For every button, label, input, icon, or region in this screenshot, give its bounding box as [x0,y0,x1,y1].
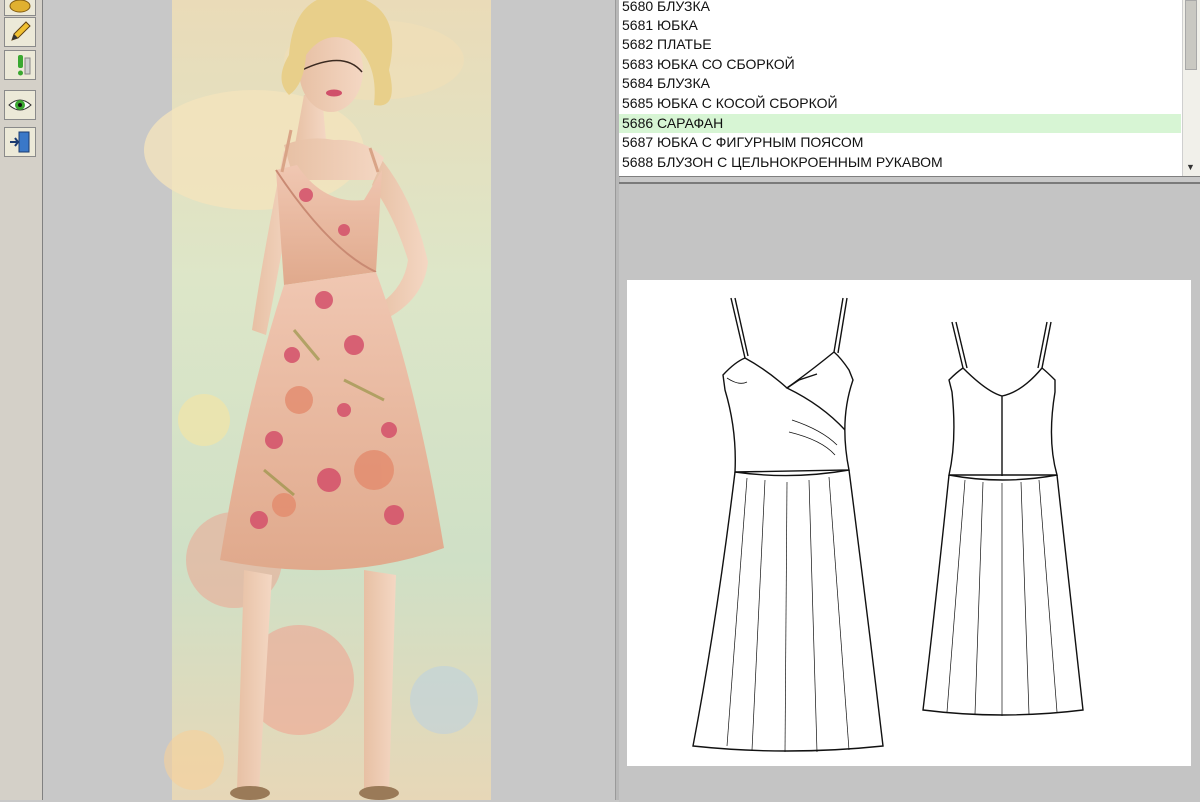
list-item[interactable]: 5683 ЮБКА СО СБОРКОЙ [619,55,1181,74]
pencil-icon[interactable] [4,17,36,47]
fashion-preview-pane [44,0,616,800]
list-item[interactable]: 5680 БЛУЗКА [619,0,1181,16]
open-icon[interactable] [4,0,36,16]
technical-drawing-canvas [627,280,1191,766]
fashion-illustration [144,0,491,800]
info-icon[interactable] [4,50,36,80]
list-item[interactable]: 5684 БЛУЗКА [619,74,1181,93]
dress-technical-sketch [692,297,1084,753]
model-list: 5680 БЛУЗКА 5681 ЮБКА 5682 ПЛАТЬЕ 5683 Ю… [619,0,1200,177]
exit-icon[interactable] [4,127,36,157]
list-item[interactable]: 5685 ЮБКА С КОСОЙ СБОРКОЙ [619,94,1181,113]
list-item[interactable]: 5687 ЮБКА С ФИГУРНЫМ ПОЯСОМ [619,133,1181,152]
list-item[interactable]: 5688 БЛУЗОН С ЦЕЛЬНОКРОЕННЫМ РУКАВОМ [619,153,1181,172]
list-item[interactable]: 5681 ЮБКА [619,16,1181,35]
eye-icon[interactable] [4,90,36,120]
list-item[interactable]: 5682 ПЛАТЬЕ [619,35,1181,54]
technical-drawing-pane [619,182,1200,802]
list-item-selected[interactable]: 5686 САРАФАН [619,114,1181,133]
left-toolbar [0,0,43,800]
scroll-down-icon[interactable]: ▼ [1186,162,1195,172]
list-scrollbar[interactable]: ▼ [1182,0,1200,176]
scroll-thumb[interactable] [1185,0,1197,70]
